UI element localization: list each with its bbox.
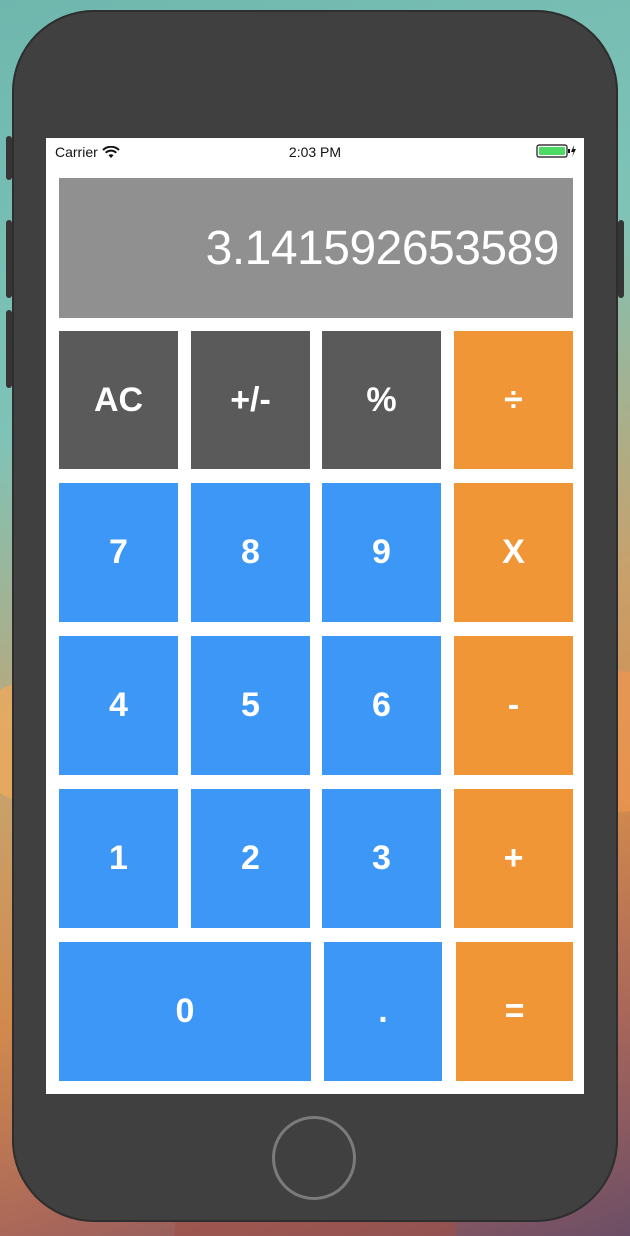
battery-charging-icon — [536, 144, 576, 158]
subtract-button[interactable]: - — [454, 636, 573, 775]
multiply-button[interactable]: X — [454, 483, 573, 622]
digit-5-button[interactable]: 5 — [191, 636, 310, 775]
digit-7-button[interactable]: 7 — [59, 483, 178, 622]
home-button[interactable] — [272, 1116, 356, 1200]
volume-up-button — [6, 220, 12, 298]
result-display: 3.141592653589 — [59, 178, 573, 318]
status-bar: Carrier 2:03 PM — [46, 138, 584, 166]
app-screen: Carrier 2:03 PM 3.141592653589 AC +/- % … — [46, 138, 584, 1094]
percent-button[interactable]: % — [322, 331, 441, 469]
volume-down-button — [6, 310, 12, 388]
digit-0-button[interactable]: 0 — [59, 942, 311, 1081]
mute-switch — [6, 136, 12, 180]
digit-8-button[interactable]: 8 — [191, 483, 310, 622]
digit-3-button[interactable]: 3 — [322, 789, 441, 928]
digit-4-button[interactable]: 4 — [59, 636, 178, 775]
divide-button[interactable]: ÷ — [454, 331, 573, 469]
equals-button[interactable]: = — [456, 942, 573, 1081]
all-clear-button[interactable]: AC — [59, 331, 178, 469]
status-time: 2:03 PM — [288, 144, 342, 160]
toggle-sign-button[interactable]: +/- — [191, 331, 310, 469]
digit-2-button[interactable]: 2 — [191, 789, 310, 928]
digit-1-button[interactable]: 1 — [59, 789, 178, 928]
power-button — [618, 220, 624, 298]
digit-6-button[interactable]: 6 — [322, 636, 441, 775]
digit-9-button[interactable]: 9 — [322, 483, 441, 622]
decimal-point-button[interactable]: . — [324, 942, 442, 1081]
add-button[interactable]: + — [454, 789, 573, 928]
